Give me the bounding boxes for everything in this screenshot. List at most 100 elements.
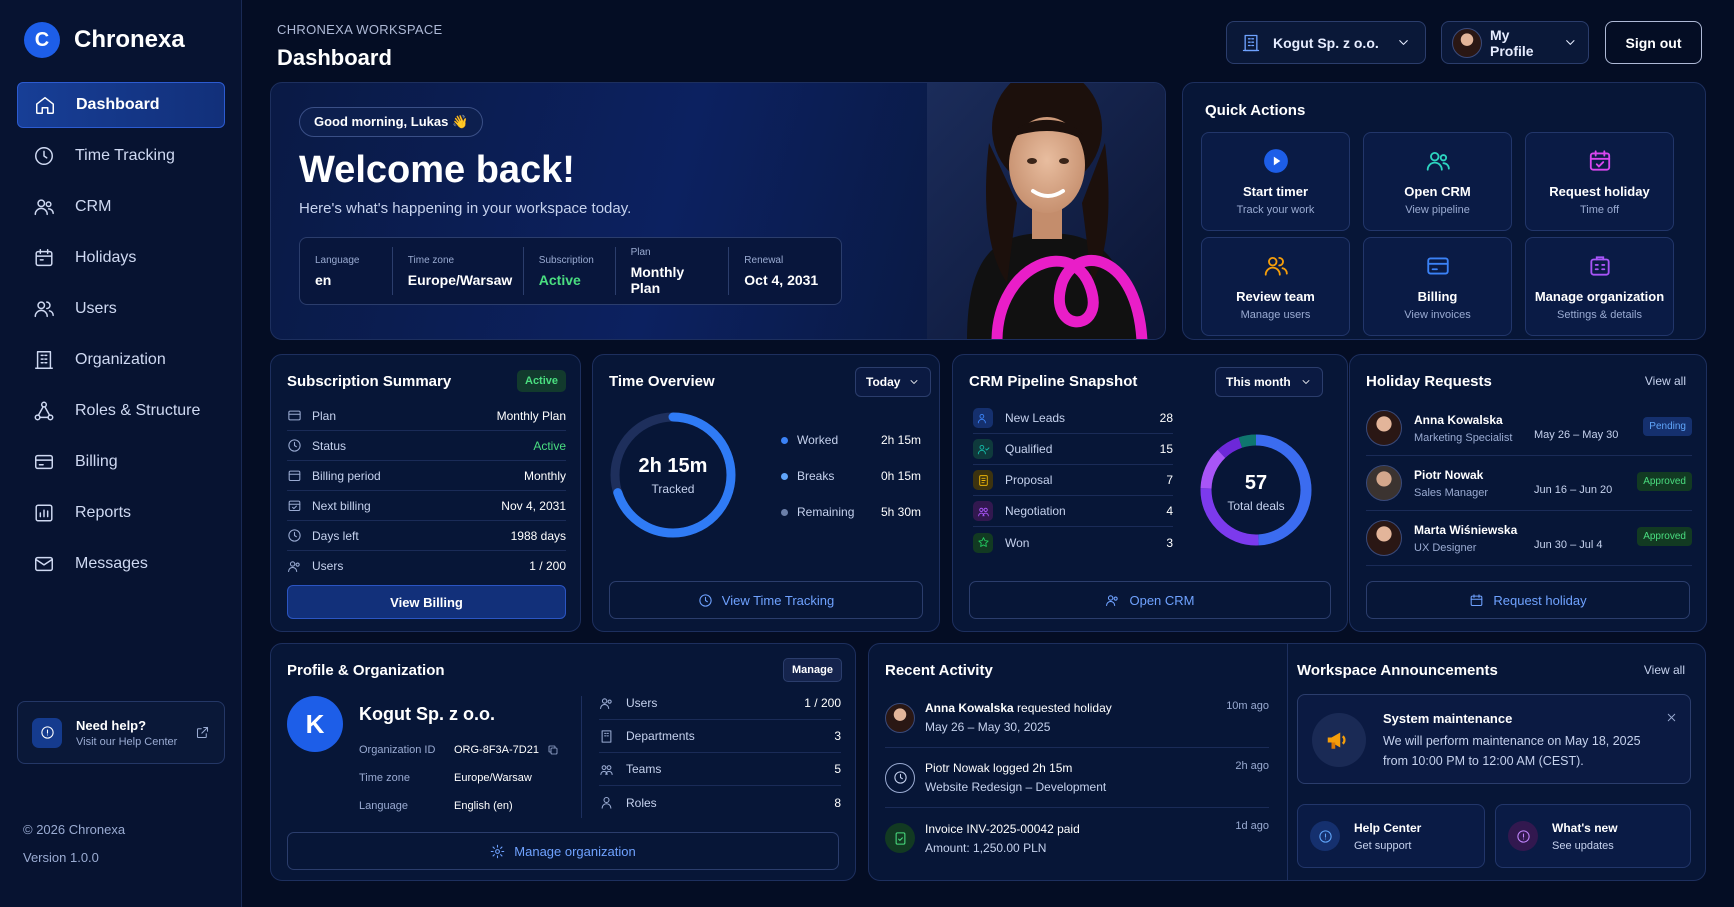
open-crm-button[interactable]: Open CRM View pipeline <box>1363 132 1512 231</box>
organization-icon <box>1589 255 1610 276</box>
activity-time: 10m ago <box>1226 700 1269 712</box>
qa-title: Billing <box>1417 288 1458 304</box>
request-holiday-button[interactable]: Request holiday Time off <box>1525 132 1674 231</box>
detail-value: Europe/Warsaw <box>454 772 532 784</box>
activity-time: 2h ago <box>1235 760 1269 772</box>
holiday-role: UX Designer <box>1414 541 1477 554</box>
proposal-icon <box>973 470 993 490</box>
manage-organization-tile[interactable]: Manage organization Settings & details <box>1525 237 1674 336</box>
row-value: 28 <box>1159 411 1173 425</box>
row-value: 1 / 200 <box>529 559 566 573</box>
review-team-button[interactable]: Review team Manage users <box>1201 237 1350 336</box>
sidebar-item-label: Reports <box>75 504 132 521</box>
sidebar-item-roles-structure[interactable]: Roles & Structure <box>17 388 225 434</box>
org-count-teams: Teams 5 <box>599 753 841 786</box>
stat-value: Oct 4, 2031 <box>744 271 819 288</box>
activity-item[interactable]: Invoice INV-2025-00042 paid Amount: 1,25… <box>885 808 1269 868</box>
calendar-icon <box>1471 593 1483 606</box>
button-label: Manage organization <box>514 843 636 859</box>
row-label: Negotiation <box>1005 504 1066 518</box>
stat-time-zone: Time zone Europe/Warsaw <box>393 247 524 295</box>
holiday-row[interactable]: Marta Wiśniewska UX Designer Jun 30 – Ju… <box>1366 511 1692 566</box>
crm-row-new-leads: New Leads 28 <box>973 403 1173 434</box>
org-timezone-row: Time zone Europe/Warsaw <box>359 772 532 784</box>
row-value: 4 <box>1166 504 1173 518</box>
announcement-title: System maintenance <box>1383 711 1513 726</box>
building-icon <box>35 351 53 369</box>
users-icon <box>34 199 54 216</box>
workspace-label: CHRONEXA WORKSPACE <box>277 22 443 37</box>
recent-activity-title: Recent Activity <box>885 662 993 679</box>
sidebar-item-billing[interactable]: Billing <box>17 439 225 485</box>
sidebar-item-label: Roles & Structure <box>75 402 201 419</box>
row-label: Status <box>312 438 347 453</box>
view-all-holidays-link[interactable]: View all <box>1645 374 1686 388</box>
sidebar-item-messages[interactable]: Messages <box>17 541 225 587</box>
view-all-announcements-link[interactable]: View all <box>1644 663 1685 677</box>
activity-sub: Website Redesign – Development <box>925 780 1107 794</box>
manage-organization-button[interactable]: Manage organization <box>287 832 839 870</box>
holiday-row[interactable]: Anna Kowalska Marketing Specialist May 2… <box>1366 401 1692 456</box>
help-center-card[interactable]: Need help? Visit our Help Center <box>17 701 225 764</box>
time-overview-title: Time Overview <box>609 373 715 390</box>
count-label: Departments <box>626 729 695 743</box>
legend-value: 2h 15m <box>880 433 921 447</box>
row-value: 15 <box>1159 442 1173 456</box>
mini-sub: See updates <box>1552 839 1614 852</box>
view-time-tracking-button[interactable]: View Time Tracking <box>609 581 923 619</box>
sidebar-item-crm[interactable]: CRM <box>17 184 225 230</box>
quick-actions-title: Quick Actions <box>1205 102 1306 119</box>
qa-sub: View invoices <box>1404 308 1471 321</box>
activity-item[interactable]: Anna Kowalska requested holiday May 26 –… <box>885 688 1269 748</box>
view-billing-button[interactable]: View Billing <box>287 585 566 619</box>
organization-select[interactable]: Kogut Sp. z o.o. <box>1226 21 1426 64</box>
help-center-link[interactable]: Help Center Get support <box>1297 804 1485 868</box>
time-total-label: Tracked <box>651 482 695 496</box>
sidebar-item-dashboard[interactable]: Dashboard <box>17 82 225 128</box>
profile-organization-card: Profile & Organization Manage K Kogut Sp… <box>270 643 856 881</box>
sidebar-item-time-tracking[interactable]: Time Tracking <box>17 133 225 179</box>
close-icon[interactable] <box>1665 711 1678 724</box>
sign-out-button[interactable]: Sign out <box>1605 21 1702 64</box>
activity-item[interactable]: Piotr Nowak logged 2h 15m Website Redesi… <box>885 748 1269 808</box>
sidebar-item-users[interactable]: Users <box>17 286 225 332</box>
copyright: © 2026 Chronexa <box>23 822 126 837</box>
copy-icon[interactable] <box>547 744 559 756</box>
brand[interactable]: C Chronexa <box>24 22 185 58</box>
row-label: Days left <box>312 528 359 543</box>
manage-button[interactable]: Manage <box>783 658 842 682</box>
quick-actions-card: Quick Actions Start timer Track your wor… <box>1182 82 1706 340</box>
my-profile-button[interactable]: My Profile <box>1441 21 1589 64</box>
role-icon <box>601 796 612 809</box>
legend-label: Remaining <box>797 505 855 519</box>
holiday-dates: Jun 30 – Jul 4 <box>1534 539 1603 551</box>
sidebar-item-label: Holidays <box>75 249 137 266</box>
open-crm-link-button[interactable]: Open CRM <box>969 581 1331 619</box>
holiday-role: Sales Manager <box>1414 486 1488 499</box>
negotiation-icon <box>973 501 993 521</box>
billing-button[interactable]: Billing View invoices <box>1363 237 1512 336</box>
users-icon <box>600 697 612 709</box>
qa-title: Manage organization <box>1534 288 1665 304</box>
stat-label: Subscription <box>538 254 594 266</box>
subscription-title: Subscription Summary <box>287 373 452 390</box>
chevron-down-icon <box>1399 40 1408 45</box>
crm-range-select[interactable]: This month <box>1215 367 1323 397</box>
holiday-name: Anna Kowalska <box>1414 412 1503 427</box>
help-subtitle: Visit our Help Center <box>76 735 178 748</box>
whats-new-link[interactable]: What's new See updates <box>1495 804 1691 868</box>
gear-icon <box>491 844 505 858</box>
my-profile-label: My Profile <box>1490 26 1534 59</box>
sub-row-plan: Plan Monthly Plan <box>287 401 566 431</box>
request-holiday-link-button[interactable]: Request holiday <box>1366 581 1690 619</box>
sidebar-item-organization[interactable]: Organization <box>17 337 225 383</box>
holiday-row[interactable]: Piotr Nowak Sales Manager Jun 16 – Jun 2… <box>1366 456 1692 511</box>
megaphone-icon <box>1312 713 1366 767</box>
sidebar-item-holidays[interactable]: Holidays <box>17 235 225 281</box>
sub-row-users: Users 1 / 200 <box>287 551 566 581</box>
time-range-select[interactable]: Today <box>855 367 932 397</box>
clock-icon <box>885 762 915 793</box>
sidebar-item-reports[interactable]: Reports <box>17 490 225 536</box>
start-timer-button[interactable]: Start timer Track your work <box>1201 132 1350 231</box>
qa-sub: Track your work <box>1236 203 1315 216</box>
